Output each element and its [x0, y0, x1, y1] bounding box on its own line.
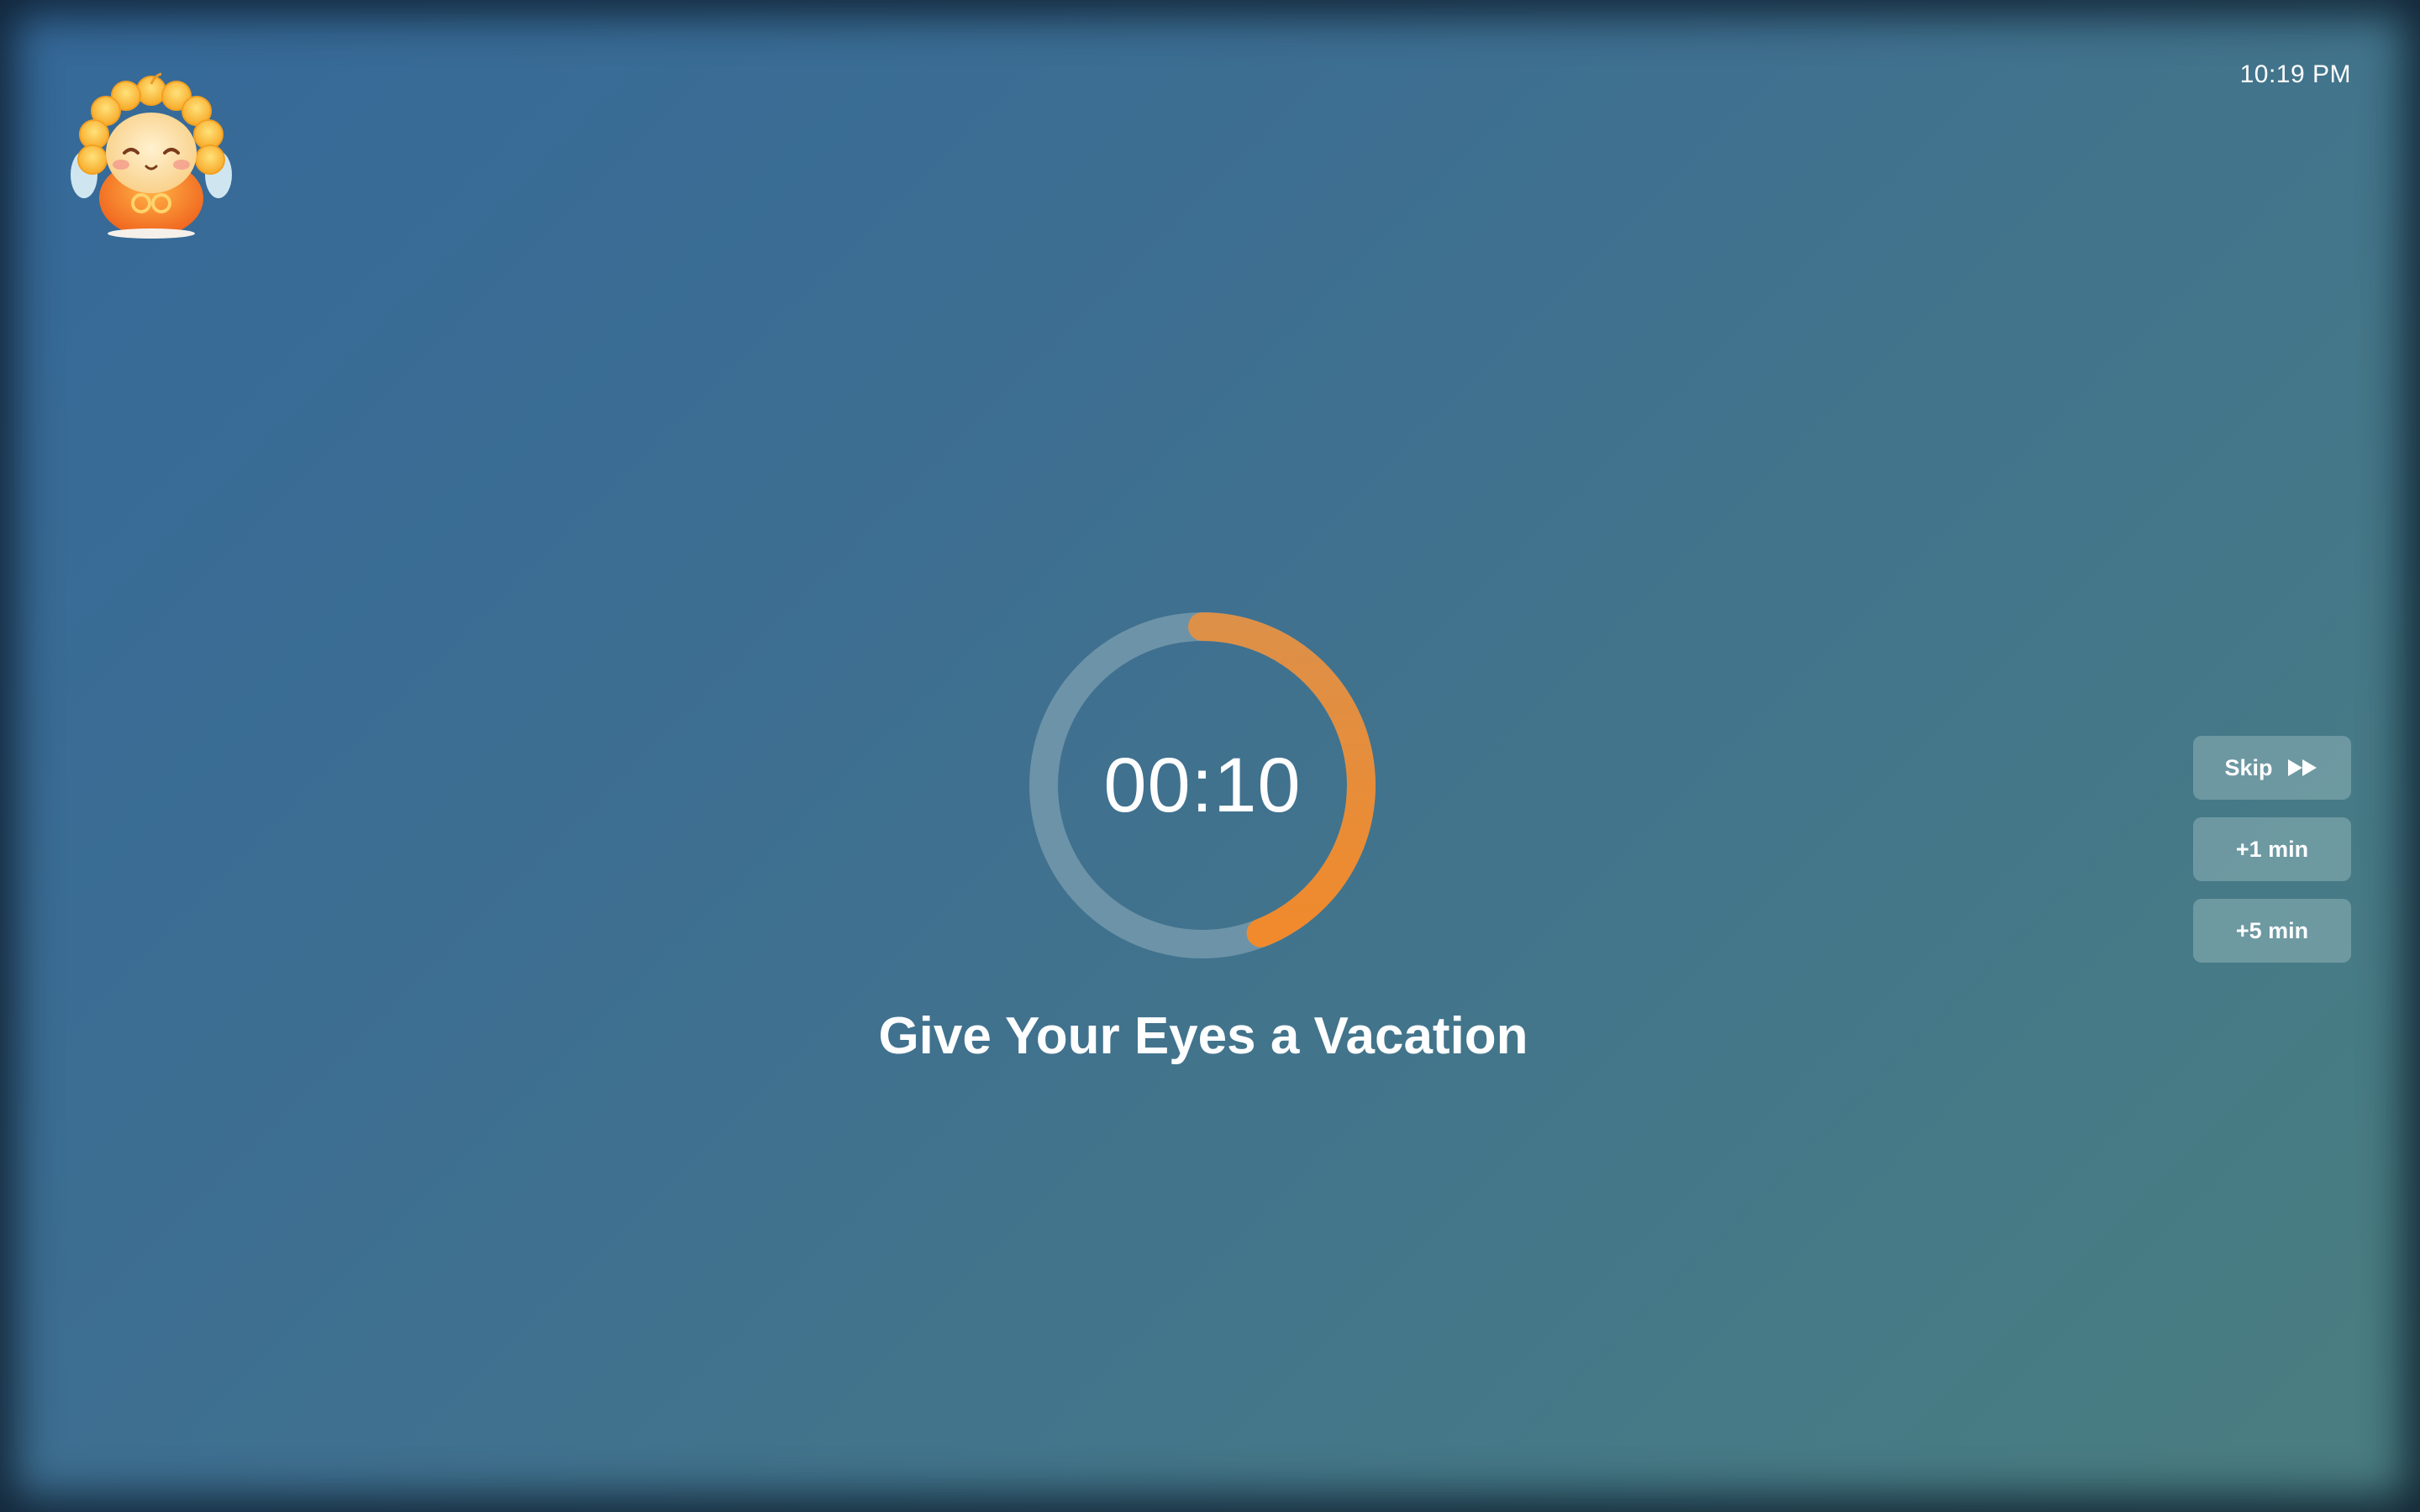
- break-message: Give Your Eyes a Vacation: [878, 1007, 1528, 1065]
- break-screen: 10:19 PM 00:10 Give Your Eyes a Vacation…: [0, 0, 2420, 1512]
- countdown-ring: 00:10: [1028, 612, 1376, 959]
- break-actions: Skip +1 min +5 min: [2193, 736, 2351, 980]
- add-one-minute-button[interactable]: +1 min: [2193, 817, 2351, 881]
- fast-forward-icon: [2286, 758, 2320, 778]
- add-five-minutes-button[interactable]: +5 min: [2193, 899, 2351, 963]
- clock-time: 10:19 PM: [2239, 60, 2351, 88]
- skip-button[interactable]: Skip: [2193, 736, 2351, 800]
- skip-label: Skip: [2224, 754, 2273, 780]
- countdown-time: 00:10: [1103, 742, 1302, 828]
- sun-mascot-icon: [69, 72, 234, 240]
